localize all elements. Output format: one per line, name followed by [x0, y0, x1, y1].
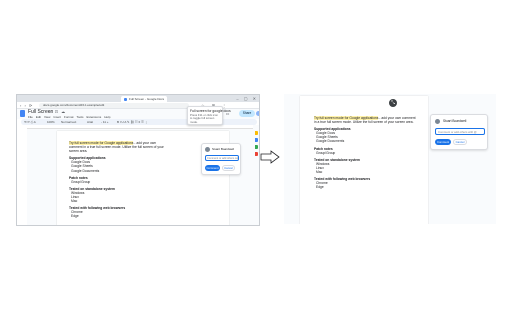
list-item: Mac: [316, 170, 323, 175]
comment-author: Stuart Boardwell: [443, 119, 467, 123]
document-body-fullscreen[interactable]: Try full screen mode for Google applicat…: [314, 116, 418, 189]
comment-input[interactable]: Comment or add others with @: [435, 128, 485, 135]
avatar: [435, 119, 440, 124]
menu-format[interactable]: Format: [64, 115, 74, 119]
tab-title: Full Screen - Google Docs: [129, 97, 165, 101]
url-field[interactable]: docs.google.com/document/d/1z-example/ed…: [39, 103, 189, 108]
menu-insert[interactable]: Insert: [53, 115, 61, 119]
window-controls[interactable]: – ▢ ✕: [236, 96, 258, 101]
format-icons[interactable]: B I U A ✎ ⛓ ☷ ≡ ☰ ⋮: [117, 119, 148, 125]
font-size-stepper[interactable]: - 11 +: [101, 119, 109, 125]
cancel-button[interactable]: Cancel: [222, 165, 235, 171]
list-item: Edge: [71, 214, 79, 219]
list-item: Google Documents: [316, 139, 345, 144]
avatar[interactable]: [256, 111, 259, 116]
tab-bar: Full Screen - Google Docs – ▢ ✕: [17, 95, 259, 102]
menu-tools[interactable]: Tools: [77, 115, 84, 119]
list-item: Group/Group: [316, 150, 336, 155]
comparison-stage: Full Screen - Google Docs – ▢ ✕ ‹ › ⟳ do…: [0, 0, 512, 320]
intro-paragraph: Try full screen mode for Google applicat…: [314, 116, 418, 124]
docs-logo-icon[interactable]: [20, 110, 25, 117]
comment-author: Stuart Boardwell: [212, 147, 235, 151]
document-canvas: Try full screen mode for Google applicat…: [27, 129, 255, 225]
address-bar-row: ‹ › ⟳ docs.google.com/document/d/1z-exam…: [17, 102, 259, 109]
extension-tooltip: Full screen for google docs Press F11 or…: [187, 106, 231, 125]
list-item: Edge: [316, 185, 324, 190]
exit-fullscreen-button[interactable]: ⤡: [389, 99, 397, 107]
menu-view[interactable]: View: [44, 115, 50, 119]
comment-card: Stuart Boardwell Comment or add others w…: [201, 143, 241, 175]
menu-edit[interactable]: Edit: [36, 115, 41, 119]
cancel-button[interactable]: Cancel: [453, 139, 467, 145]
fullscreen-view: Try full screen mode for Google applicat…: [284, 94, 496, 224]
tooltip-body: Press F11 or click icon to toggle full s…: [190, 113, 218, 124]
document-page-fullscreen[interactable]: Try full screen mode for Google applicat…: [300, 96, 428, 224]
menu-help[interactable]: Help: [104, 115, 110, 119]
menu-extensions[interactable]: Extensions: [87, 115, 102, 119]
intro-paragraph: Try full screen mode for Google applicat…: [69, 141, 165, 153]
transition-arrow-icon: [260, 150, 280, 164]
list-item: Group/Group: [71, 179, 91, 184]
comment-card-fullscreen: Stuart Boardwell Comment or add others w…: [430, 114, 488, 150]
browser-window-normal: Full Screen - Google Docs – ▢ ✕ ‹ › ⟳ do…: [16, 94, 260, 226]
font-select[interactable]: Arial: [87, 119, 93, 125]
list-item: Mac: [71, 199, 78, 204]
comment-button[interactable]: Comment: [435, 139, 451, 145]
document-body[interactable]: Try full screen mode for Google applicat…: [69, 141, 165, 219]
avatar: [205, 147, 210, 152]
list-item: Google Documents: [71, 168, 100, 173]
share-button[interactable]: Share: [239, 110, 255, 117]
zoom-select[interactable]: 100%: [47, 119, 55, 125]
navigation-icons[interactable]: ‹ › ⟳: [20, 103, 33, 108]
comment-input[interactable]: Comment or add others with @: [205, 155, 239, 161]
comment-button[interactable]: Comment: [205, 165, 220, 171]
style-select[interactable]: Normal text: [61, 119, 76, 125]
menu-bar: File Edit View Insert Format Tools Extensions H…: [28, 115, 113, 119]
menu-file[interactable]: File: [28, 115, 33, 119]
exit-fullscreen-icon: ⤡: [390, 100, 395, 106]
docs-favicon-icon: [124, 97, 127, 101]
outline-gutter: [17, 125, 27, 225]
